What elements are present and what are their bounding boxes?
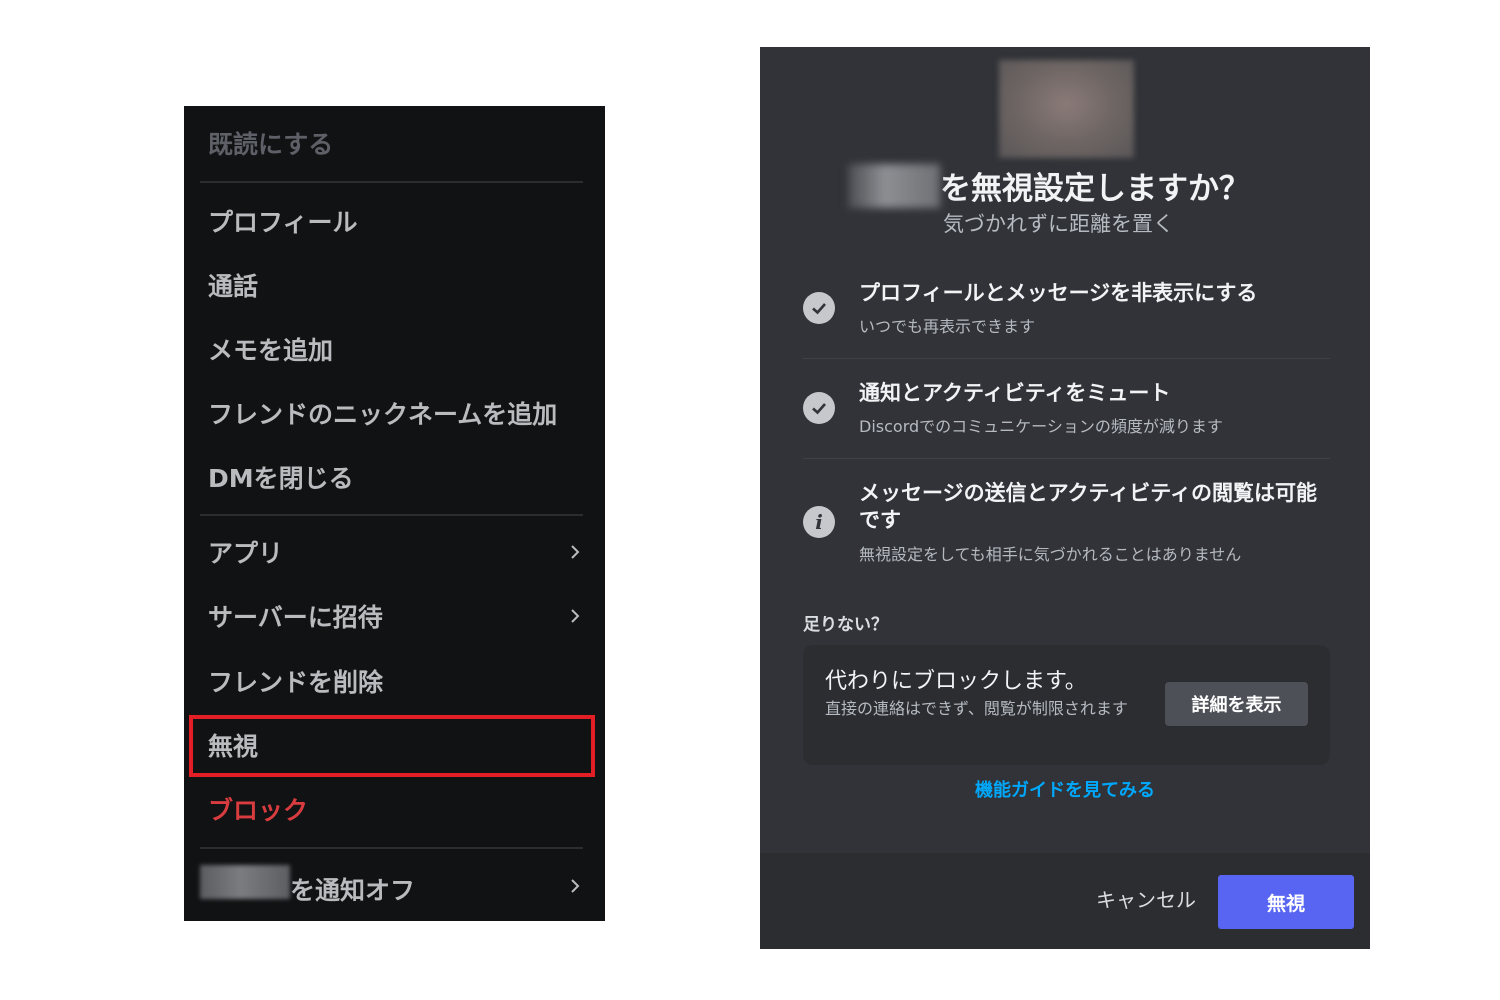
show-details-button[interactable]: 詳細を表示 [1165, 682, 1308, 726]
menu-item-label: DMを閉じる [208, 464, 354, 493]
feature-title: プロフィールとメッセージを非表示にする [859, 281, 1258, 305]
feature-desc: 無視設定をしても相手に気づかれることはありません [859, 545, 1242, 564]
menu-item-label: アプリ [208, 539, 284, 568]
ignore-user-modal: を無視設定しますか？ 気づかれずに距離を置く プロフィールとメッセージを非表示に… [760, 47, 1370, 949]
check-circle-icon [803, 292, 835, 324]
feature-title: 通知とアクティビティをミュート [859, 381, 1171, 405]
mute-label-group: を通知オフ [200, 865, 567, 907]
modal-title-row: を無視設定しますか？ [848, 163, 1250, 208]
chevron-right-icon [571, 545, 580, 559]
ignore-confirm-button[interactable]: 無視 [1218, 875, 1354, 929]
blurred-username [848, 163, 940, 208]
menu-item-label: 既読にする [208, 130, 334, 159]
chevron-right-icon [571, 609, 580, 623]
menu-item-profile[interactable]: プロフィール [208, 196, 583, 246]
menu-item-remove-friend[interactable]: フレンドを削除 [208, 656, 583, 706]
menu-item-label: ブロック [208, 796, 309, 825]
menu-item-mark-read[interactable]: 既読にする [208, 118, 583, 168]
menu-item-apps[interactable]: アプリ [208, 527, 583, 577]
block-card-title: 代わりにブロックします。 [825, 669, 1087, 694]
modal-footer: キャンセル 無視 [760, 853, 1370, 949]
menu-item-label: プロフィール [208, 208, 358, 237]
feature-title: メッセージの送信とアクティビティの閲覧は可能です [859, 481, 1318, 532]
menu-item-block[interactable]: ブロック [208, 784, 583, 834]
modal-subtitle: 気づかれずに距離を置く [943, 212, 1174, 236]
feature-desc: Discordでのコミュニケーションの頻度が減ります [859, 417, 1223, 436]
menu-item-label: サーバーに招待 [208, 603, 383, 632]
menu-item-close-dm[interactable]: DMを閉じる [208, 452, 583, 502]
highlight-box [189, 715, 595, 777]
blurred-username [200, 865, 290, 899]
feature-item: 通知とアクティビティをミュート Discordでのコミュニケーションの頻度が減り… [803, 380, 1330, 440]
block-card-desc: 直接の連絡はできず、閲覧が制限されます [825, 699, 1128, 718]
menu-item-add-note[interactable]: メモを追加 [208, 324, 583, 374]
menu-divider [200, 181, 583, 183]
menu-item-call[interactable]: 通話 [208, 260, 583, 310]
feature-desc: いつでも再表示できます [859, 317, 1036, 336]
menu-divider [200, 514, 583, 516]
menu-item-label: フレンドのニックネームを追加 [208, 400, 558, 429]
menu-item-mute-user[interactable]: を通知オフ [200, 861, 583, 911]
block-instead-card: 代わりにブロックします。 直接の連絡はできず、閲覧が制限されます 詳細を表示 [803, 645, 1330, 765]
info-circle-icon: i [803, 506, 835, 538]
feature-item: プロフィールとメッセージを非表示にする いつでも再表示できます [803, 280, 1330, 340]
menu-item-label: を通知オフ [290, 876, 416, 905]
not-enough-label: 足りない？ [803, 615, 888, 635]
chevron-right-icon [571, 879, 580, 893]
avatar [999, 60, 1134, 158]
menu-item-invite-to-server[interactable]: サーバーに招待 [208, 591, 583, 641]
modal-title: を無視設定しますか？ [940, 171, 1250, 207]
divider [803, 358, 1330, 359]
user-context-menu: 既読にする プロフィール 通話 メモを追加 フレンドのニックネームを追加 DMを… [184, 106, 605, 921]
cancel-button[interactable]: キャンセル [1090, 883, 1202, 914]
feature-guide-link[interactable]: 機能ガイドを見てみる [760, 776, 1370, 802]
menu-divider [200, 847, 583, 849]
menu-item-label: メモを追加 [208, 336, 334, 365]
menu-item-add-friend-nickname[interactable]: フレンドのニックネームを追加 [208, 388, 583, 438]
menu-item-label: 通話 [208, 272, 259, 301]
divider [803, 458, 1330, 459]
feature-item: i メッセージの送信とアクティビティの閲覧は可能です 無視設定をしても相手に気づ… [803, 480, 1330, 570]
menu-item-label: フレンドを削除 [208, 668, 384, 697]
check-circle-icon [803, 392, 835, 424]
